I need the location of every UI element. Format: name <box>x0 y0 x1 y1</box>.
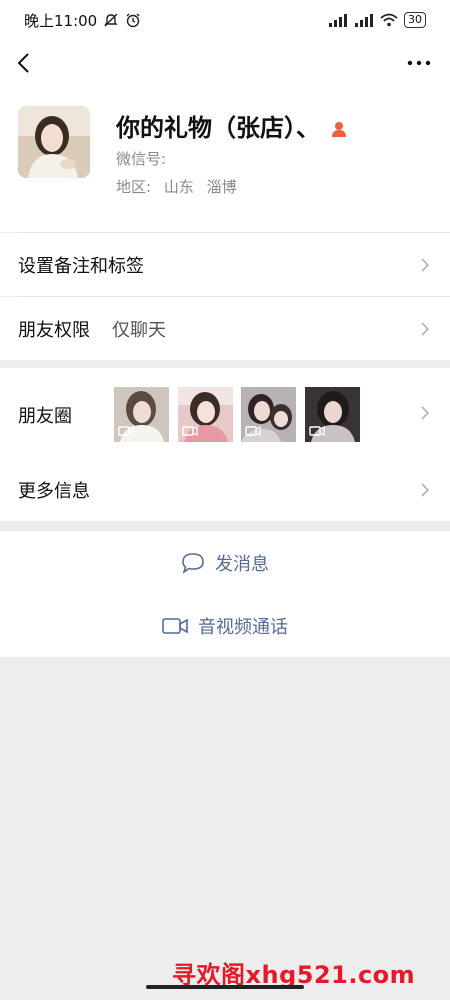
video-call-button[interactable]: 音视频通话 <box>0 596 450 656</box>
video-camera-icon <box>162 618 188 634</box>
signal-hd-icon <box>329 14 347 27</box>
friend-permission-row[interactable]: 朋友权限 仅聊天 <box>0 297 450 360</box>
chevron-right-icon <box>421 482 430 497</box>
status-left: 晚上11:00 <box>24 10 141 31</box>
remark-tags-label: 设置备注和标签 <box>18 255 144 277</box>
chat-bubble-icon <box>182 553 204 574</box>
more-dots-icon[interactable] <box>406 52 432 74</box>
status-time: 晚上11:00 <box>24 11 98 30</box>
avatar[interactable] <box>18 106 90 178</box>
friend-permission-label: 朋友权限 <box>18 319 90 341</box>
wechat-id: 微信号: <box>116 148 166 169</box>
region-label: 地区: <box>116 178 152 196</box>
wechat-id-label: 微信号: <box>116 150 167 168</box>
alarm-icon <box>126 13 140 28</box>
moments-label: 朋友圈 <box>18 406 72 427</box>
status-bar: 晚上11:00 30 <box>0 0 450 40</box>
chevron-right-icon <box>421 257 430 272</box>
chevron-right-icon <box>421 406 430 420</box>
nickname-text: 你的礼物（张店）、 <box>116 114 320 142</box>
region: 地区: 山东 淄博 <box>116 176 245 197</box>
signal-hd-icon <box>355 14 373 27</box>
region-province: 山东 <box>163 178 194 196</box>
send-message-label: 发消息 <box>215 554 269 575</box>
action-section: 发消息 音视频通话 <box>0 531 450 657</box>
send-message-button[interactable]: 发消息 <box>0 533 450 593</box>
profile-header: 你的礼物（张店）、 微信号: 地区: 山东 淄博 <box>0 86 450 232</box>
wifi-icon <box>380 13 398 27</box>
moments-thumbnail <box>178 387 233 442</box>
status-right: 30 <box>328 12 426 28</box>
avatar-image <box>18 106 90 178</box>
video-call-label: 音视频通话 <box>198 617 288 638</box>
moments-thumbnail <box>305 387 360 442</box>
moments-thumbnail <box>114 387 169 442</box>
moments-row[interactable]: 朋友圈 <box>0 368 450 458</box>
mute-icon <box>104 13 118 27</box>
person-icon <box>332 122 347 137</box>
more-info-row[interactable]: 更多信息 <box>0 458 450 521</box>
friend-permission-value: 仅聊天 <box>112 319 166 341</box>
moments-thumbnail <box>241 387 296 442</box>
top-navigation <box>0 40 450 86</box>
more-info-label: 更多信息 <box>18 480 90 502</box>
chevron-left-icon[interactable] <box>12 50 38 76</box>
chevron-right-icon <box>421 321 430 336</box>
region-city: 淄博 <box>206 178 237 196</box>
battery-indicator: 30 <box>404 12 426 28</box>
remark-tags-row[interactable]: 设置备注和标签 <box>0 233 450 296</box>
home-indicator[interactable] <box>146 985 304 989</box>
nickname: 你的礼物（张店）、 <box>116 108 348 143</box>
